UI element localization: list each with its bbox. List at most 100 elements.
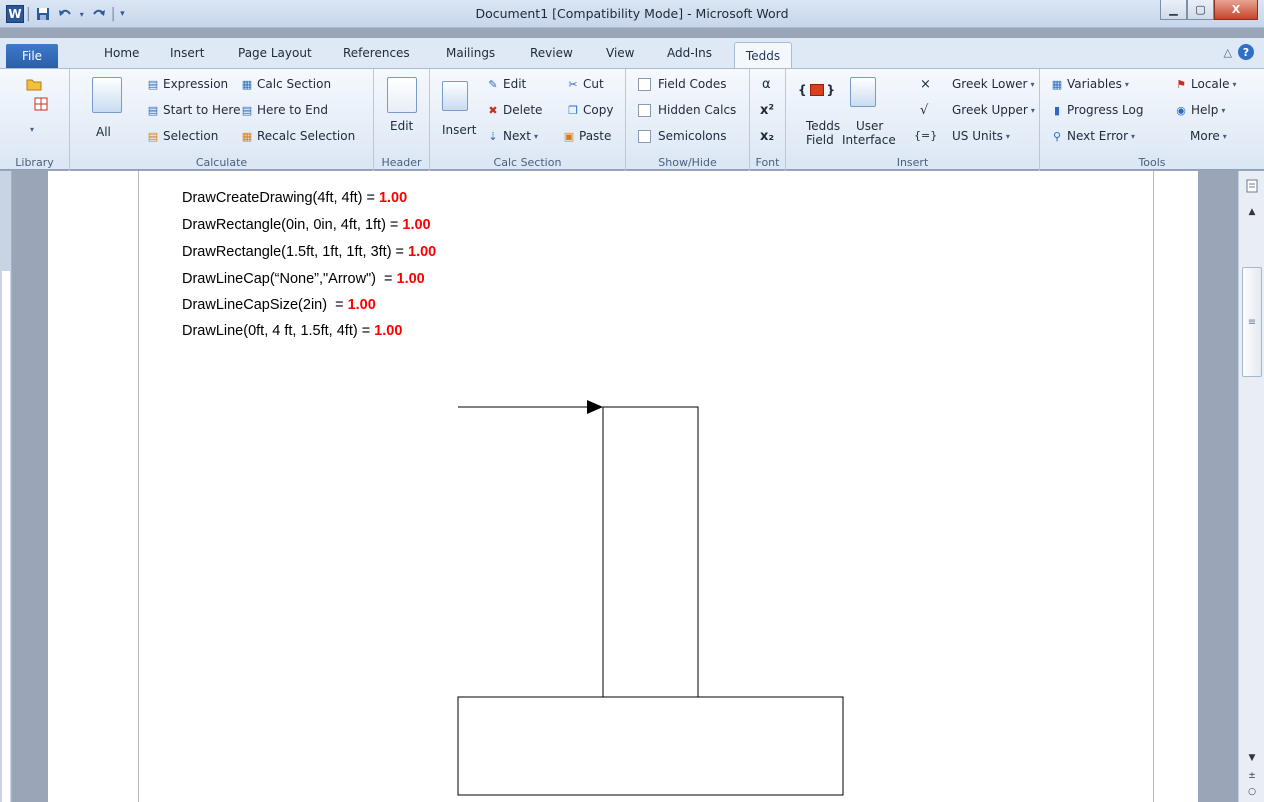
edit-calc-label: Edit [503,77,527,91]
open-library-icon[interactable] [26,77,42,91]
tab-mailings[interactable]: Mailings [446,46,495,60]
times-symbol-button[interactable]: × [920,77,931,92]
calc-result: 1.00 [374,323,403,339]
group-label-library: Library [15,156,54,169]
greek-lower-dropdown[interactable]: Greek Lower ▾ [952,77,1034,91]
tab-add-ins[interactable]: Add-Ins [667,46,712,60]
tab-file[interactable]: File [6,44,58,68]
help-icon[interactable]: ? [1238,44,1254,60]
calculate-all-button[interactable]: All [96,125,111,139]
library-grid-icon[interactable] [34,97,48,111]
tab-insert[interactable]: Insert [170,46,204,60]
next-calc-button[interactable]: ⇣ Next ▾ [486,129,538,143]
here-to-end-button[interactable]: ▤ Here to End [240,103,328,117]
library-dropdown-icon[interactable]: ▾ [30,125,34,134]
expression-icon: ▤ [147,77,159,91]
variables-dropdown[interactable]: ▦ Variables ▾ [1050,77,1129,91]
calc-result: 1.00 [396,271,425,287]
equals-field-button[interactable]: {=} [914,129,937,142]
expression-button[interactable]: ▤ Expression [146,77,228,91]
sqrt-symbol-button[interactable]: √ [920,103,928,118]
next-error-icon: ⚲ [1052,129,1062,143]
insert-calc-button[interactable]: Insert [442,123,476,137]
recalc-selection-button[interactable]: ▦ Recalc Selection [240,129,355,143]
scroll-thumb[interactable]: ≡ [1242,267,1262,377]
selection-button[interactable]: ▤ Selection [146,129,219,143]
field-codes-check[interactable] [638,77,651,91]
tab-page-layout[interactable]: Page Layout [238,46,312,60]
user-interface-label-2[interactable]: Interface [842,133,896,147]
user-interface-icon[interactable] [850,77,876,107]
tedds-field-label-1[interactable]: Tedds [806,119,840,133]
tab-tedds[interactable]: Tedds [734,42,792,69]
cut-button[interactable]: ✂ Cut [566,77,603,91]
maximize-button[interactable]: ▢ [1187,0,1214,20]
help-chevron-icon: ▾ [1221,105,1226,115]
progress-log-button[interactable]: ▮ Progress Log [1050,103,1144,117]
tab-review[interactable]: Review [530,46,573,60]
calc-line[interactable]: DrawLineCap(“None”,"Arrow") = 1.00 [182,271,425,287]
calc-line[interactable]: DrawLine(0ft, 4 ft, 1.5ft, 4ft) = 1.00 [182,323,402,339]
minimize-button[interactable]: ▁ [1160,0,1187,20]
help-area: △ ? [1224,44,1254,60]
minimize-ribbon-icon[interactable]: △ [1224,46,1232,59]
semicolons-checkbox[interactable]: Semicolons [638,129,727,143]
here-to-end-label: Here to End [257,103,328,117]
selection-icon: ▤ [147,129,159,143]
tab-view[interactable]: View [606,46,634,60]
calc-section-icon: ▦ [241,77,253,91]
paste-icon: ▣ [563,129,575,143]
calc-drawing[interactable] [440,390,860,802]
locale-chevron-icon: ▾ [1232,79,1237,89]
subscript-button[interactable]: x₂ [760,129,774,144]
calculate-all-icon[interactable] [92,77,122,113]
greek-upper-dropdown[interactable]: Greek Upper ▾ [952,103,1035,117]
group-label-calculate: Calculate [195,156,248,169]
title-bar: W | ▾ | ▾ Document1 [Compatibility Mode]… [0,0,1264,28]
calc-result: 1.00 [378,190,408,206]
grip-icon: ≡ [1247,316,1257,328]
hidden-calcs-check[interactable] [638,103,651,117]
group-label-header: Header [381,156,422,169]
vertical-scrollbar[interactable]: ▲ ≡ ▼ ± ○ [1238,171,1264,802]
calc-line[interactable]: DrawLineCapSize(2in) = 1.00 [182,297,376,313]
paste-button[interactable]: ▣ Paste [562,129,612,143]
user-interface-label-1[interactable]: User [856,119,883,133]
locale-dropdown[interactable]: ⚑ Locale ▾ [1174,77,1237,91]
tab-references[interactable]: References [343,46,410,60]
group-label-insert: Insert [896,156,929,169]
calc-line[interactable]: DrawCreateDrawing(4ft, 4ft) = 1.00 [182,190,407,206]
semicolons-check[interactable] [638,129,651,143]
header-edit-button[interactable]: Edit [390,119,413,133]
start-to-here-button[interactable]: ▤ Start to Here [146,103,241,117]
us-units-dropdown[interactable]: US Units ▾ [952,129,1010,143]
field-codes-checkbox[interactable]: Field Codes [638,77,726,91]
calc-line[interactable]: DrawRectangle(0in, 0in, 4ft, 1ft) = 1.00 [182,217,431,233]
calc-equals: = [389,217,399,233]
select-browse-object-icon[interactable]: ○ [1242,783,1262,801]
superscript-button[interactable]: x² [760,103,774,118]
window-controls: ▁ ▢ X [1160,0,1258,20]
tab-home[interactable]: Home [104,46,139,60]
delete-icon: ✖ [488,103,498,117]
close-button[interactable]: X [1214,0,1258,20]
alpha-symbol-button[interactable]: α [762,77,771,92]
left-margin-guide [138,171,139,802]
tedds-field-label-2[interactable]: Field [806,133,834,147]
insert-calc-icon[interactable] [442,81,468,111]
edit-calc-button[interactable]: ✎ Edit [486,77,526,91]
calc-section-calc-button[interactable]: ▦ Calc Section [240,77,331,91]
more-dropdown[interactable]: More ▾ [1190,129,1227,143]
tedds-field-icon[interactable]: {} [798,83,835,97]
calc-line[interactable]: DrawRectangle(1.5ft, 1ft, 1ft, 3ft) = 1.00 [182,244,436,260]
hidden-calcs-checkbox[interactable]: Hidden Calcs [638,103,736,117]
delete-calc-button[interactable]: ✖ Delete [486,103,542,117]
copy-button[interactable]: ❐ Copy [566,103,613,117]
next-error-dropdown[interactable]: ⚲ Next Error ▾ [1050,129,1135,143]
ruler-toggle-icon[interactable] [1242,177,1262,195]
start-to-here-icon: ▤ [147,103,159,117]
scroll-down-icon[interactable]: ▼ [1242,749,1262,767]
header-edit-icon[interactable] [387,77,417,113]
help-dropdown[interactable]: ◉ Help ▾ [1174,103,1225,117]
scroll-up-icon[interactable]: ▲ [1242,203,1262,221]
